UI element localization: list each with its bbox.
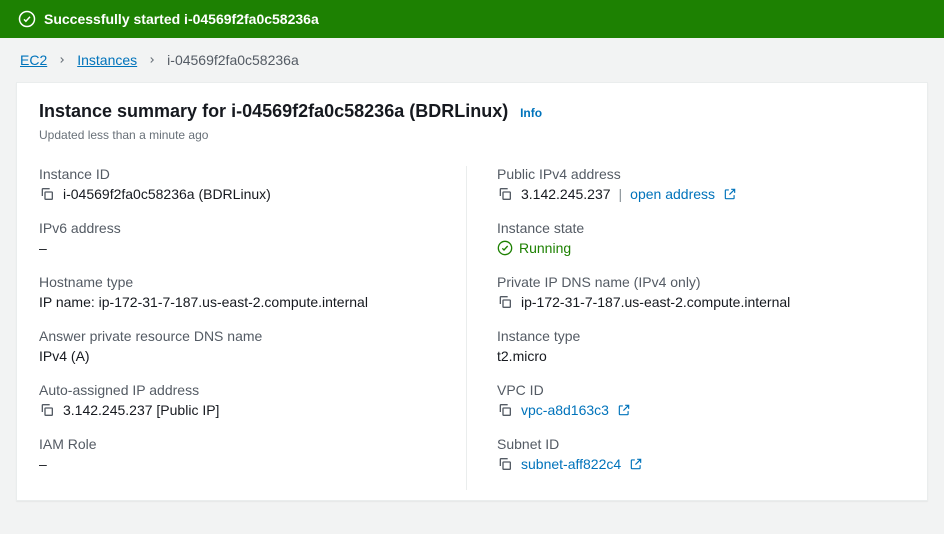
instance-state-value: Running — [519, 240, 571, 256]
copy-icon[interactable] — [39, 402, 55, 418]
auto-ip-value: 3.142.245.237 [Public IP] — [63, 402, 219, 418]
vpc-id-label: VPC ID — [497, 382, 905, 398]
info-link[interactable]: Info — [520, 106, 542, 120]
instance-id-label: Instance ID — [39, 166, 446, 182]
external-link-icon — [723, 187, 737, 201]
breadcrumb: EC2 Instances i-04569f2fa0c58236a — [0, 38, 944, 82]
panel-header: Instance summary for i-04569f2fa0c58236a… — [17, 83, 927, 146]
answer-dns-value: IPv4 (A) — [39, 348, 90, 364]
pipe-separator: | — [619, 186, 623, 202]
auto-ip-label: Auto-assigned IP address — [39, 382, 446, 398]
hostname-type-label: Hostname type — [39, 274, 446, 290]
copy-icon[interactable] — [497, 294, 513, 310]
field-iam-role: IAM Role – — [39, 436, 446, 472]
breadcrumb-current: i-04569f2fa0c58236a — [167, 52, 299, 68]
open-address-link[interactable]: open address — [630, 186, 715, 202]
field-vpc-id: VPC ID vpc-a8d163c3 — [497, 382, 905, 418]
vpc-id-link[interactable]: vpc-a8d163c3 — [521, 402, 609, 418]
copy-icon[interactable] — [39, 186, 55, 202]
field-instance-type: Instance type t2.micro — [497, 328, 905, 364]
iam-role-value: – — [39, 456, 47, 472]
ipv6-label: IPv6 address — [39, 220, 446, 236]
field-instance-id: Instance ID i-04569f2fa0c58236a (BDRLinu… — [39, 166, 446, 202]
breadcrumb-instances-link[interactable]: Instances — [77, 52, 137, 68]
success-banner-text: Successfully started i-04569f2fa0c58236a — [44, 11, 319, 27]
ipv6-value: – — [39, 240, 47, 256]
private-dns-value: ip-172-31-7-187.us-east-2.compute.intern… — [521, 294, 790, 310]
chevron-right-icon — [147, 52, 157, 68]
running-status-icon — [497, 240, 513, 256]
breadcrumb-ec2-link[interactable]: EC2 — [20, 52, 47, 68]
success-banner: Successfully started i-04569f2fa0c58236a — [0, 0, 944, 38]
success-check-icon — [18, 10, 36, 28]
public-ipv4-value: 3.142.245.237 — [521, 186, 611, 202]
subnet-id-label: Subnet ID — [497, 436, 905, 452]
updated-subtitle: Updated less than a minute ago — [39, 128, 905, 142]
copy-icon[interactable] — [497, 456, 513, 472]
details-right-column: Public IPv4 address 3.142.245.237 | open… — [477, 166, 905, 490]
answer-dns-label: Answer private resource DNS name — [39, 328, 446, 344]
copy-icon[interactable] — [497, 402, 513, 418]
iam-role-label: IAM Role — [39, 436, 446, 452]
field-ipv6: IPv6 address – — [39, 220, 446, 256]
field-hostname-type: Hostname type IP name: ip-172-31-7-187.u… — [39, 274, 446, 310]
details-left-column: Instance ID i-04569f2fa0c58236a (BDRLinu… — [39, 166, 467, 490]
external-link-icon — [617, 403, 631, 417]
external-link-icon — [629, 457, 643, 471]
page-title: Instance summary for i-04569f2fa0c58236a… — [39, 101, 508, 121]
subnet-id-link[interactable]: subnet-aff822c4 — [521, 456, 621, 472]
chevron-right-icon — [57, 52, 67, 68]
copy-icon[interactable] — [497, 186, 513, 202]
instance-id-value: i-04569f2fa0c58236a (BDRLinux) — [63, 186, 271, 202]
public-ipv4-label: Public IPv4 address — [497, 166, 905, 182]
instance-summary-panel: Instance summary for i-04569f2fa0c58236a… — [16, 82, 928, 501]
instance-type-label: Instance type — [497, 328, 905, 344]
field-private-dns: Private IP DNS name (IPv4 only) ip-172-3… — [497, 274, 905, 310]
private-dns-label: Private IP DNS name (IPv4 only) — [497, 274, 905, 290]
instance-type-value: t2.micro — [497, 348, 547, 364]
field-answer-dns: Answer private resource DNS name IPv4 (A… — [39, 328, 446, 364]
instance-state-label: Instance state — [497, 220, 905, 236]
field-instance-state: Instance state Running — [497, 220, 905, 256]
field-auto-ip: Auto-assigned IP address 3.142.245.237 [… — [39, 382, 446, 418]
field-subnet-id: Subnet ID subnet-aff822c4 — [497, 436, 905, 472]
field-public-ipv4: Public IPv4 address 3.142.245.237 | open… — [497, 166, 905, 202]
hostname-type-value: IP name: ip-172-31-7-187.us-east-2.compu… — [39, 294, 368, 310]
